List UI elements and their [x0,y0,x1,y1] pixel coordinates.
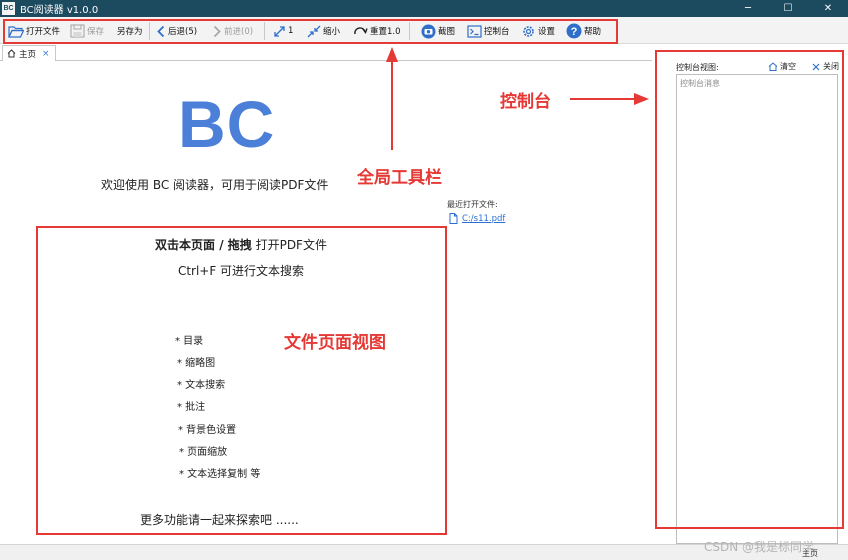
toolbar-divider [149,22,150,40]
save-icon [70,24,85,38]
help-icon: ? [566,23,582,39]
console-title: 控制台视图: [676,63,719,72]
welcome-text: 欢迎使用 BC 阅读器，可用于阅读PDF文件 [101,178,329,192]
watermark-text: CSDN @我是标同学 [704,540,815,554]
zoom-out-label: 缩小 [323,27,341,37]
screenshot-button[interactable]: 截图 [421,21,455,41]
close-window-button[interactable]: ✕ [808,0,848,17]
console-clear-button[interactable]: 清空 [768,61,796,72]
feature-item: * 目录 [175,336,204,347]
file-icon [449,213,458,224]
bc-logo: BC [178,87,276,161]
forward-button[interactable]: 前进(0) [212,21,253,41]
help-button[interactable]: ? 帮助 [566,21,601,41]
shrink-arrows-icon [307,25,321,37]
feature-item: * 页面缩放 [179,447,228,458]
feature-item: * 文本选择复制 等 [179,469,261,480]
save-button[interactable]: 保存 [70,21,104,41]
feature-item: * 背景色设置 [178,425,237,436]
save-as-label: 另存为 [117,27,143,37]
redo-arrow-icon [354,27,368,35]
settings-label: 设置 [538,27,556,37]
toolbar-divider [264,22,265,40]
title-bar: BC BC阅读器 v1.0.0 ─ ☐ ✕ [0,0,848,17]
console-toggle-label: 控制台 [484,27,510,37]
open-hint: 双击本页面 / 拖拽 打开PDF文件 [36,236,446,253]
minimize-button[interactable]: ─ [728,0,768,17]
open-hint-rest: 打开PDF文件 [251,238,327,252]
terminal-icon [467,24,482,38]
feature-item: * 缩略图 [177,358,216,369]
toolbar-annotation-label: 全局工具栏 [357,168,442,188]
reset-zoom-label: 重置1.0 [370,27,401,37]
recent-file-path: C:/s11.pdf [462,213,506,224]
more-features-text: 更多功能请一起来探索吧 ...... [140,513,299,527]
fit-size-button[interactable]: 1 [273,21,293,41]
screenshot-label: 截图 [438,27,456,37]
global-toolbar: 打开文件 保存 另存为 后退(5) 前进(0) 1 缩小 重置1.0 截图 控制… [0,17,848,44]
window-controls: ─ ☐ ✕ [728,0,848,17]
forward-label: 前进(0) [224,27,254,37]
svg-text:?: ? [571,26,578,38]
console-toggle-button[interactable]: 控制台 [467,21,510,41]
chevron-right-icon [213,25,221,37]
camera-icon [421,24,436,38]
fit-size-label: 1 [288,26,294,36]
app-logo-icon: BC [2,2,15,15]
console-annotation-label: 控制台 [500,92,551,112]
close-icon [812,63,820,70]
window-title: BC阅读器 v1.0.0 [20,5,99,16]
toolbar-annotation-arrow [386,47,398,150]
save-as-button[interactable]: 另存为 [117,21,143,41]
gear-icon [523,25,534,37]
open-file-label: 打开文件 [26,27,61,37]
feature-item: * 批注 [177,402,206,413]
console-close-label: 关闭 [823,62,839,71]
tab-home[interactable]: 主页 × [2,45,56,61]
recent-file-link[interactable]: C:/s11.pdf [449,213,505,224]
console-close-button[interactable]: 关闭 [812,61,839,72]
doc-view-annotation-label: 文件页面视图 [284,333,386,353]
reset-zoom-button[interactable]: 重置1.0 [353,21,401,41]
help-label: 帮助 [584,27,602,37]
back-button[interactable]: 后退(5) [156,21,197,41]
zoom-out-button[interactable]: 缩小 [307,21,340,41]
tab-home-label: 主页 [19,49,37,60]
console-annotation-arrow [570,93,649,105]
feature-item: * 文本搜索 [177,380,226,391]
save-label: 保存 [87,27,105,37]
toolbar-divider [409,22,410,40]
recent-files-label: 最近打开文件: [447,200,498,209]
search-hint: Ctrl+F 可进行文本搜索 [177,264,305,278]
open-hint-bold: 双击本页面 / 拖拽 [155,238,252,252]
open-file-button[interactable]: 打开文件 [8,21,60,41]
settings-button[interactable]: 设置 [521,21,555,41]
tab-strip: 主页 × [0,44,652,61]
back-label: 后退(5) [168,27,198,37]
maximize-button[interactable]: ☐ [768,0,808,17]
folder-open-icon [8,25,24,38]
expand-arrows-icon [274,25,285,37]
console-placeholder: 控制台消息 [680,79,720,88]
tab-close-icon[interactable]: × [42,49,50,59]
console-message-area[interactable] [676,74,838,544]
home-icon [7,49,16,58]
clear-broom-icon [768,62,778,71]
chevron-left-icon [157,25,165,37]
console-clear-label: 清空 [780,62,796,71]
